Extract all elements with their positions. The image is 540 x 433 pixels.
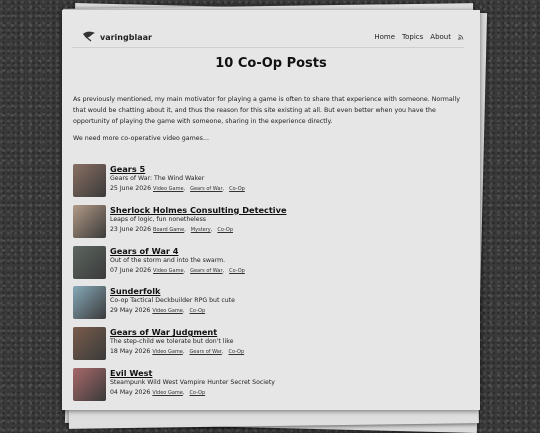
post-info: Gears of War 4 Out of the storm and into … bbox=[110, 246, 245, 276]
leaf-logo-icon bbox=[82, 28, 96, 47]
post-subtitle: Leaps of logic, fun nonetheless bbox=[110, 215, 207, 223]
header-divider bbox=[72, 47, 464, 48]
post-item: Gears of War 4 Out of the storm and into … bbox=[73, 245, 463, 287]
post-title-link[interactable]: Gears of War Judgment bbox=[110, 327, 244, 337]
post-thumbnail[interactable] bbox=[73, 245, 106, 279]
post-list: Gears 5 Gears of War: The Wind Waker 25 Ju… bbox=[73, 164, 463, 409]
post-item: Gears of War Judgment The step-child we t… bbox=[73, 327, 463, 368]
post-title-link[interactable]: Gears 5 bbox=[110, 164, 245, 174]
post-info: Sherlock Holmes Consulting Detective Leap… bbox=[110, 205, 287, 235]
post-item: Sherlock Holmes Consulting Detective Leap… bbox=[73, 204, 463, 246]
post-tag-link[interactable]: Co-Op bbox=[189, 308, 205, 314]
post-meta: 25 June 2026 Video Game, Gears of War, Co-O… bbox=[110, 184, 245, 194]
post-item: Gears 5 Gears of War: The Wind Waker 25 Ju… bbox=[73, 164, 463, 205]
site-header: varingblaar Home Topics About bbox=[82, 28, 464, 46]
tag-separator: , bbox=[221, 349, 224, 356]
post-tag-link[interactable]: Co-Op bbox=[229, 268, 245, 274]
post-subtitle: Co-op Tactical Deckbuilder RPG but cute bbox=[110, 297, 235, 305]
post-tag-link[interactable]: Gears of War bbox=[190, 186, 222, 192]
post-meta: 29 May 2026 Video Game, Co-Op bbox=[110, 306, 235, 316]
post-meta: 07 June 2026 Video Game, Gears of War, Co-O… bbox=[110, 266, 245, 276]
post-subtitle: Steampunk Wild West Vampire Hunter Secre… bbox=[110, 378, 275, 386]
post-subtitle: The step-child we tolerate but don't lik… bbox=[110, 338, 234, 346]
post-subtitle: Out of the storm and into the swarm. bbox=[110, 256, 226, 264]
post-meta: 23 June 2026 Board Game, Mystery, Co-Op bbox=[110, 225, 287, 235]
post-tag-link[interactable]: Co-Op bbox=[228, 349, 244, 355]
post-subtitle: Gears of War: The Wind Waker bbox=[110, 175, 205, 182]
post-thumbnail[interactable] bbox=[73, 286, 106, 320]
tag-separator: , bbox=[184, 226, 186, 233]
post-thumbnail[interactable] bbox=[73, 204, 106, 238]
main-nav: Home Topics About bbox=[374, 33, 464, 41]
post-item: Evil West Steampunk Wild West Vampire Hun… bbox=[73, 367, 463, 409]
post-info: Sunderfolk Co-op Tactical Deckbuilder RPG… bbox=[110, 286, 235, 316]
post-date: 04 May 2026 bbox=[110, 388, 151, 396]
site-logo[interactable]: varingblaar bbox=[82, 28, 152, 47]
post-info: Gears 5 Gears of War: The Wind Waker 25 Ju… bbox=[110, 164, 245, 194]
post-tag-link[interactable]: Gears of War bbox=[190, 268, 222, 274]
post-info: Evil West Steampunk Wild West Vampire Hun… bbox=[110, 368, 275, 398]
post-tag-link[interactable]: Mystery bbox=[191, 227, 211, 233]
post-tag-link[interactable]: Video Game bbox=[152, 308, 182, 314]
tag-separator: , bbox=[210, 226, 213, 233]
rss-icon[interactable] bbox=[458, 34, 464, 40]
post-title-link[interactable]: Sherlock Holmes Consulting Detective bbox=[110, 205, 287, 215]
page-title: 10 Co-Op Posts bbox=[215, 56, 327, 71]
post-thumbnail[interactable] bbox=[73, 367, 106, 401]
post-tag-link[interactable]: Gears of War bbox=[189, 349, 221, 355]
post-title-link[interactable]: Evil West bbox=[110, 368, 275, 378]
tag-separator: , bbox=[222, 186, 225, 192]
post-date: 23 June 2026 bbox=[110, 225, 152, 233]
post-tag-link[interactable]: Co-Op bbox=[189, 390, 205, 396]
post-date: 25 June 2026 bbox=[110, 185, 152, 192]
page-card: varingblaar Home Topics About 10 Co-Op P… bbox=[62, 10, 480, 410]
nav-topics[interactable]: Topics bbox=[402, 33, 423, 41]
post-date: 29 May 2026 bbox=[110, 307, 151, 315]
post-tag-link[interactable]: Video Game bbox=[153, 268, 183, 274]
post-thumbnail[interactable] bbox=[73, 164, 106, 197]
tag-separator: , bbox=[183, 186, 186, 192]
nav-about[interactable]: About bbox=[430, 33, 451, 41]
intro-paragraph: As previously mentioned, my main motivat… bbox=[73, 96, 460, 125]
post-date: 07 June 2026 bbox=[110, 266, 152, 274]
nav-home[interactable]: Home bbox=[374, 33, 395, 41]
post-tag-link[interactable]: Video Game bbox=[152, 390, 182, 396]
post-title-link[interactable]: Gears of War 4 bbox=[110, 246, 245, 256]
post-info: Gears of War Judgment The step-child we t… bbox=[110, 327, 244, 357]
intro-text: As previously mentioned, my main motivat… bbox=[73, 94, 468, 150]
post-tag-link[interactable]: Co-Op bbox=[217, 227, 233, 233]
post-thumbnail[interactable] bbox=[73, 327, 106, 361]
post-tag-link[interactable]: Video Game bbox=[153, 186, 183, 192]
post-meta: 04 May 2026 Video Game, Co-Op bbox=[110, 388, 275, 398]
tag-separator: , bbox=[182, 308, 185, 315]
tag-separator: , bbox=[182, 349, 185, 356]
tag-separator: , bbox=[222, 267, 225, 274]
post-tag-link[interactable]: Video Game bbox=[152, 349, 182, 355]
post-item: Sunderfolk Co-op Tactical Deckbuilder RPG… bbox=[73, 286, 463, 327]
post-title-link[interactable]: Sunderfolk bbox=[110, 286, 235, 296]
post-tag-link[interactable]: Co-Op bbox=[229, 186, 245, 192]
tag-separator: , bbox=[183, 267, 186, 274]
tag-separator: , bbox=[182, 389, 185, 396]
post-meta: 18 May 2026 Video Game, Gears of War, Co-Op bbox=[110, 347, 244, 357]
intro-paragraph: We need more co-operative video games... bbox=[73, 135, 209, 142]
post-tag-link[interactable]: Board Game bbox=[153, 227, 184, 233]
site-name: varingblaar bbox=[100, 32, 152, 42]
post-date: 18 May 2026 bbox=[110, 348, 151, 356]
